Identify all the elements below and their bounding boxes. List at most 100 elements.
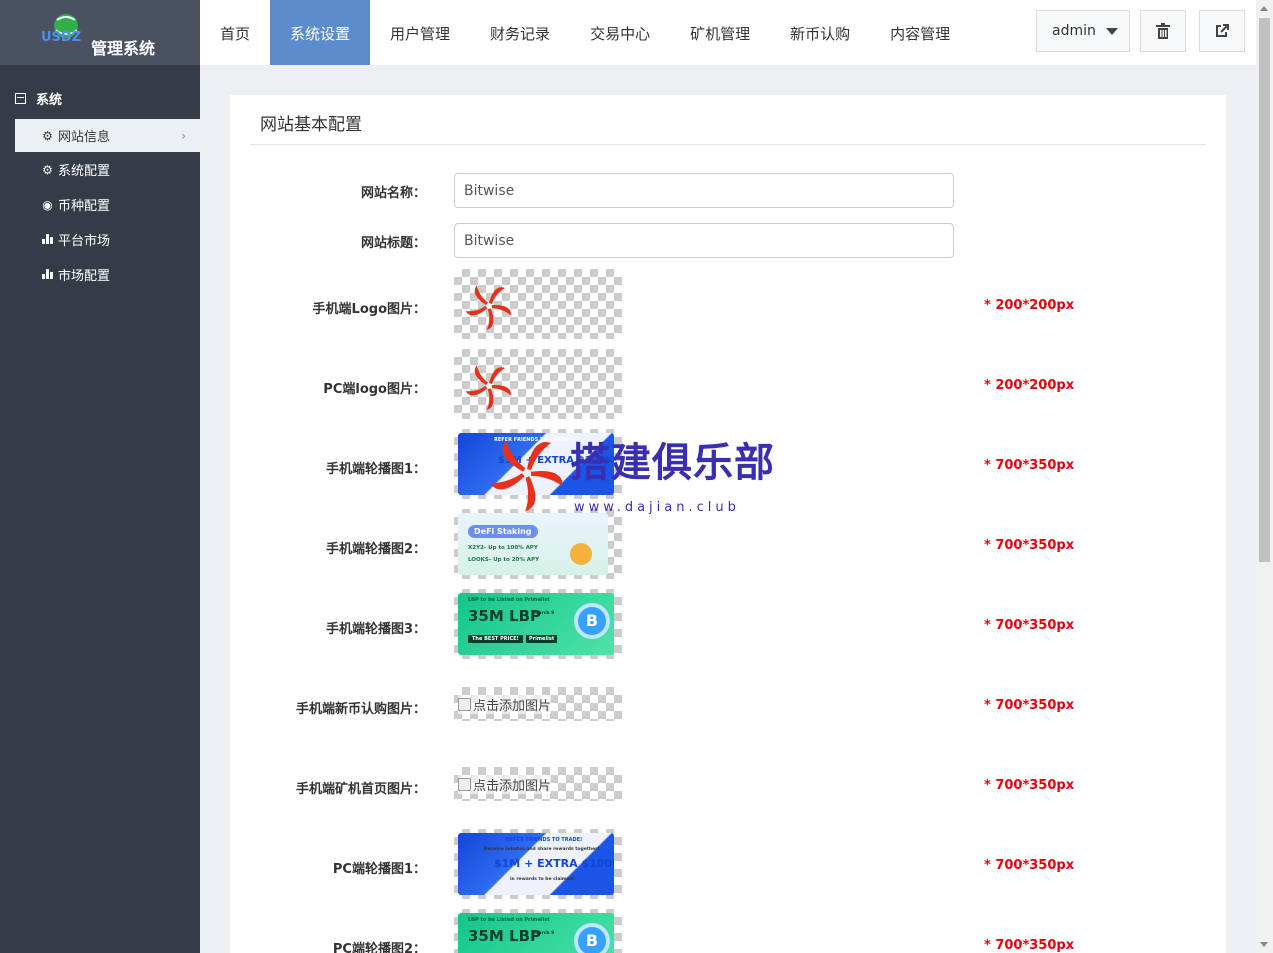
banner-text: DeFi Staking <box>468 525 538 538</box>
tab-finance-records[interactable]: 财务记录 <box>470 0 570 65</box>
defi-banner-image: DeFi Staking X2Y2- Up to 100% APY LOOKS-… <box>458 513 608 575</box>
caret-down-icon <box>1105 27 1118 35</box>
tab-content-management[interactable]: 内容管理 <box>870 0 970 65</box>
tab-user-management[interactable]: 用户管理 <box>370 0 470 65</box>
target-icon: ◉ <box>42 197 53 212</box>
pc-banner-1-label: PC端轮播图1： <box>332 862 426 877</box>
chevron-right-icon: › <box>181 128 186 143</box>
system-name: 管理系统 <box>91 39 156 58</box>
banner-text: $1M + EXTRA $100K <box>494 857 614 870</box>
banner-text: in rewards to be claimed! <box>510 877 575 882</box>
sidebar-item-system-config[interactable]: ⚙ 系统配置 <box>0 152 200 187</box>
pinwheel-logo-image <box>465 285 512 330</box>
site-config-panel: 网站基本配置 网站名称： 网站标题： 手机端Logo图片： * 200*200p… <box>230 95 1226 953</box>
sidebar-item-coin-config[interactable]: ◉ 币种配置 <box>0 187 200 222</box>
size-hint: * 700*350px <box>984 458 1075 473</box>
scroll-down-arrow-icon[interactable] <box>1260 942 1268 947</box>
bar-chart-icon <box>41 233 54 247</box>
mobile-banner-3-label: 手机端轮播图3： <box>325 622 426 637</box>
size-hint: * 200*200px <box>984 378 1075 393</box>
image-alt-text: 点击添加图片 <box>473 699 552 714</box>
tab-system-settings[interactable]: 系统设置 <box>270 0 371 65</box>
mobile-mining-home-upload[interactable]: 点击添加图片 <box>454 767 622 801</box>
sidebar-section-system[interactable]: 系统 <box>0 85 200 111</box>
sidebar: USDZ 管理系统 系统 ⚙ 网站信息 › ⚙ 系统配置 ◉ 币种配置 平台市场… <box>0 0 200 953</box>
site-name-input[interactable] <box>454 173 954 208</box>
broken-image: 点击添加图片 <box>458 695 552 714</box>
tab-mining-management[interactable]: 矿机管理 <box>670 0 770 65</box>
watermark: 搭建俱乐部 www.dajian.club <box>492 430 792 520</box>
page-title: 网站基本配置 <box>260 115 362 135</box>
sidebar-item-label: 系统配置 <box>58 164 111 179</box>
broken-image-icon <box>458 698 471 711</box>
banner-text: March 9 <box>534 611 555 616</box>
sidebar-item-platform-market[interactable]: 平台市场 <box>0 222 200 257</box>
mobile-banner-1-label: 手机端轮播图1： <box>325 462 426 477</box>
broken-image: 点击添加图片 <box>458 775 552 794</box>
trash-icon <box>1156 23 1170 39</box>
logo-icon: USDZ <box>41 14 81 45</box>
watermark-logo-icon <box>492 440 562 512</box>
site-name-label: 网站名称： <box>360 186 426 201</box>
scroll-thumb[interactable] <box>1259 18 1270 562</box>
scroll-up-arrow-icon[interactable] <box>1260 6 1268 11</box>
refer-banner-image: REFER FRIENDS TO TRADE! Receive rebates … <box>458 833 614 895</box>
mobile-new-coin-upload[interactable]: 点击添加图片 <box>454 687 622 721</box>
banner-text: 35M LBP <box>468 607 542 625</box>
pinwheel-logo-image <box>465 365 512 410</box>
banner-text: X2Y2- Up to 100% APY <box>468 545 538 551</box>
banner-text: LBP to be Listed on Primelist <box>468 917 550 923</box>
sidebar-item-label: 平台市场 <box>58 234 111 249</box>
sidebar-item-market-config[interactable]: 市场配置 <box>0 257 200 292</box>
clear-cache-button[interactable] <box>1140 10 1186 52</box>
watermark-text: 搭建俱乐部 <box>570 440 775 486</box>
site-title-label: 网站标题： <box>360 236 426 251</box>
mobile-logo-upload[interactable] <box>454 269 622 339</box>
lbp-banner-image: LBP to be Listed on Primelist 35M LBP Ma… <box>458 593 614 655</box>
scrollbar[interactable] <box>1256 0 1273 953</box>
lbp-banner-image: LBP to be Listed on Primelist 35M LBP Ma… <box>458 913 614 953</box>
user-dropdown[interactable]: admin <box>1036 10 1130 52</box>
mobile-new-coin-label: 手机端新币认购图片： <box>295 702 426 717</box>
mobile-banner-2-label: 手机端轮播图2： <box>325 542 426 557</box>
banner-text: Receive rebates and share rewards togeth… <box>484 847 600 852</box>
banner-text: LOOKS- Up to 20% APY <box>468 557 540 563</box>
banner-text: 35M LBP <box>468 927 542 945</box>
banner-text: The BEST PRICE! <box>468 635 523 643</box>
logo-text: USDZ <box>41 30 81 45</box>
tab-home[interactable]: 首页 <box>200 0 270 65</box>
logo-area: USDZ 管理系统 <box>0 0 200 65</box>
top-nav: 首页 系统设置 用户管理 财务记录 交易中心 矿机管理 新币认购 内容管理 ad… <box>200 0 1256 65</box>
bar-chart-icon <box>41 268 54 282</box>
pc-banner-2-label: PC端轮播图2： <box>332 942 426 953</box>
pc-logo-upload[interactable] <box>454 349 622 419</box>
banner-text: Primelist <box>526 635 558 643</box>
site-title-input[interactable] <box>454 223 954 258</box>
sidebar-item-label: 市场配置 <box>58 269 111 284</box>
pc-banner-2-upload[interactable]: LBP to be Listed on Primelist 35M LBP Ma… <box>454 909 622 953</box>
gear-icon: ⚙ <box>42 162 53 177</box>
banner-text: March 9 <box>534 931 555 936</box>
mobile-mining-home-label: 手机端矿机首页图片： <box>295 782 426 797</box>
tab-trading-center[interactable]: 交易中心 <box>570 0 670 65</box>
banner-text: LBP to be Listed on Primelist <box>468 597 550 603</box>
size-hint: * 200*200px <box>984 298 1075 313</box>
broken-image-icon <box>458 778 471 791</box>
size-hint: * 700*350px <box>984 538 1075 553</box>
sign-out-icon <box>1216 24 1229 37</box>
size-hint: * 700*350px <box>984 698 1075 713</box>
pc-banner-1-upload[interactable]: REFER FRIENDS TO TRADE! Receive rebates … <box>454 829 622 899</box>
logout-button[interactable] <box>1199 10 1245 52</box>
collapse-icon[interactable] <box>15 92 26 104</box>
sidebar-section-title: 系统 <box>36 92 63 108</box>
gear-icon: ⚙ <box>42 128 53 143</box>
divider <box>250 144 1206 145</box>
sidebar-item-label: 网站信息 <box>58 130 111 145</box>
user-name: admin <box>1052 23 1096 39</box>
sidebar-item-site-info[interactable]: ⚙ 网站信息 › <box>15 119 200 152</box>
sidebar-item-label: 币种配置 <box>58 199 111 214</box>
mobile-banner-3-upload[interactable]: LBP to be Listed on Primelist 35M LBP Ma… <box>454 589 622 659</box>
pc-logo-label: PC端logo图片： <box>323 382 426 397</box>
watermark-url: www.dajian.club <box>574 500 740 515</box>
tab-new-coin-subscription[interactable]: 新币认购 <box>770 0 870 65</box>
